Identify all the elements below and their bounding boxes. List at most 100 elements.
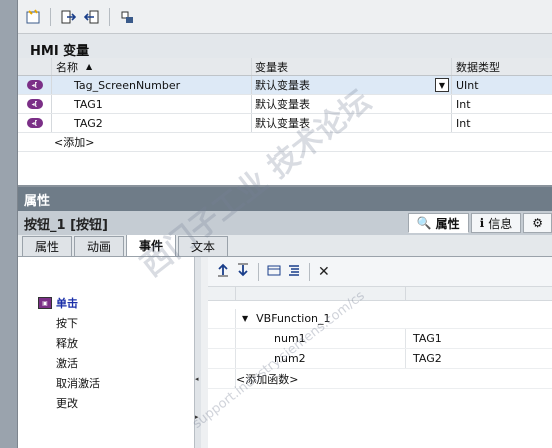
column-header-table[interactable]: 变量表 (252, 58, 452, 75)
expand-triangle-icon[interactable]: ▼ (242, 314, 248, 323)
magnifier-icon: 🔍 (416, 216, 432, 230)
properties-header: 属性 (18, 187, 552, 211)
tag-type-cell[interactable]: Int (452, 95, 552, 113)
event-item-click[interactable]: ▣ 单击 (18, 293, 200, 313)
tag-name-cell[interactable]: TAG2 (52, 114, 252, 132)
column-header-type[interactable]: 数据类型 (452, 58, 552, 75)
function-row-gutter (208, 309, 236, 328)
tag-table-value: 默认变量表 (255, 79, 310, 92)
event-item-press[interactable]: 按下 (18, 313, 200, 333)
tag-icon-cell: ◂[ (18, 95, 52, 113)
inspector-tabs: 🔍 属性 ℹ 信息 ⚙ (407, 213, 552, 233)
add-tag-icon[interactable] (24, 8, 42, 26)
inspector-tab-properties[interactable]: 🔍 属性 (407, 213, 469, 233)
param-name-cell: num2 (236, 349, 406, 368)
toolbar-separator (258, 262, 259, 281)
object-title-bar: 按钮_1 [按钮] 🔍 属性 ℹ 信息 ⚙ (18, 211, 552, 235)
chevron-down-icon[interactable]: ▼ (435, 78, 449, 92)
event-icon: ▣ (38, 297, 52, 309)
inspector-tab-label: 信息 (488, 216, 513, 231)
import-icon[interactable] (83, 8, 101, 26)
param-row[interactable]: num2 TAG2 (208, 349, 552, 369)
inspector-tab-info[interactable]: ℹ 信息 (470, 213, 522, 233)
tag-type-cell[interactable]: Int (452, 114, 552, 132)
function-name: VBFunction_1 (256, 312, 331, 325)
column-name-label: 名称 (56, 60, 78, 74)
delete-icon[interactable]: ✕ (318, 264, 330, 280)
table-row[interactable]: ◂[ TAG1 默认变量表 Int (18, 95, 552, 114)
tag-icon: ◂[ (26, 80, 43, 90)
event-item-release[interactable]: 释放 (18, 333, 200, 353)
diagnostics-icon: ⚙ (532, 216, 543, 230)
toolbar-separator (109, 8, 110, 26)
function-header-col (406, 287, 552, 300)
tags-table-header: 名称 ▲ 变量表 数据类型 (18, 58, 552, 76)
add-function-row[interactable]: <添加函数> (208, 369, 552, 389)
tag-type-cell[interactable]: UInt (452, 76, 552, 94)
event-label: 单击 (56, 297, 78, 310)
table-row[interactable]: ◂[ Tag_ScreenNumber 默认变量表 ▼ UInt (18, 76, 552, 95)
hmi-panel-title: HMI 变量 (18, 34, 552, 59)
collapse-left-icon[interactable]: ◂ (195, 375, 199, 383)
header-icon-column (18, 58, 52, 75)
param-name-cell: num1 (236, 329, 406, 348)
tag-name-cell[interactable]: Tag_ScreenNumber (52, 76, 252, 94)
tag-icon-cell: ◂[ (18, 114, 52, 132)
function-toolbar: ✕ (208, 257, 552, 287)
tab-text[interactable]: 文本 (178, 236, 229, 256)
function-name-cell[interactable]: ▼ VBFunction_1 (236, 309, 331, 328)
tag-table-cell[interactable]: 默认变量表 ▼ (252, 76, 452, 94)
toolbar-separator (50, 8, 51, 26)
hmi-toolbar (18, 0, 552, 34)
tab-events[interactable]: 事件 (126, 234, 177, 256)
function-row-gutter (208, 349, 236, 368)
move-down-icon[interactable] (236, 263, 250, 280)
export-icon[interactable] (59, 8, 77, 26)
param-value-cell[interactable]: TAG2 (406, 349, 552, 368)
expand-right-icon[interactable]: ▸ (195, 413, 199, 421)
event-item-deactivate[interactable]: 取消激活 (18, 373, 200, 393)
tag-table-cell[interactable]: 默认变量表 (252, 114, 452, 132)
inspector-tab-label: 属性 (435, 216, 460, 231)
hmi-tags-panel: HMI 变量 名称 ▲ 变量表 数据类型 ◂[ Tag_ScreenNumber … (18, 0, 552, 185)
tag-name-cell[interactable]: TAG1 (52, 95, 252, 113)
object-title: 按钮_1 [按钮] (24, 217, 108, 233)
function-row-gutter (208, 369, 236, 388)
events-list: ▣ 单击 按下 释放 激活 取消激活 更改 (18, 257, 201, 448)
info-icon: ℹ (479, 216, 485, 230)
add-tag-row[interactable]: <添加> (18, 133, 552, 152)
function-list-panel: ✕ ▼ VBFunction_1 num1 TAG1 num2 TAG2 <添加函… (208, 257, 552, 448)
function-grid-spacer (208, 301, 552, 309)
toolbar-separator (309, 262, 310, 281)
event-item-activate[interactable]: 激活 (18, 353, 200, 373)
column-header-name[interactable]: 名称 ▲ (52, 58, 252, 75)
tags-table: 名称 ▲ 变量表 数据类型 ◂[ Tag_ScreenNumber 默认变量表 ▼ … (18, 58, 552, 185)
list-icon[interactable] (287, 263, 301, 280)
param-row[interactable]: num1 TAG1 (208, 329, 552, 349)
move-up-icon[interactable] (216, 263, 230, 280)
tag-icon: ◂[ (26, 118, 43, 128)
property-tabs: 属性 动画 事件 文本 (18, 234, 552, 257)
add-function-cell[interactable]: <添加函数> (236, 369, 406, 388)
param-value-cell[interactable]: TAG1 (406, 329, 552, 348)
inspector-tab-diagnostics[interactable]: ⚙ (523, 213, 552, 233)
function-row[interactable]: ▼ VBFunction_1 (208, 309, 552, 329)
tag-icon-cell: ◂[ (18, 76, 52, 94)
group-icon[interactable] (267, 263, 281, 280)
tag-table-cell[interactable]: 默认变量表 (252, 95, 452, 113)
function-grid-header (208, 287, 552, 301)
tag-properties-icon[interactable] (118, 8, 136, 26)
function-header-col (236, 287, 406, 300)
panel-splitter[interactable]: ◂ ▸ (194, 257, 201, 448)
event-item-change[interactable]: 更改 (18, 393, 200, 413)
sort-ascending-icon: ▲ (86, 62, 93, 71)
left-panel-strip (0, 0, 18, 448)
events-list-spacer (18, 257, 200, 293)
tab-properties[interactable]: 属性 (22, 236, 73, 256)
properties-panel: 属性 按钮_1 [按钮] 🔍 属性 ℹ 信息 ⚙ 属性 动画 事件 文本 ▣ 单击 按… (18, 185, 552, 448)
tab-animation[interactable]: 动画 (74, 236, 125, 256)
table-row[interactable]: ◂[ TAG2 默认变量表 Int (18, 114, 552, 133)
tag-icon: ◂[ (26, 99, 43, 109)
function-row-gutter (208, 329, 236, 348)
function-header-col (208, 287, 236, 300)
